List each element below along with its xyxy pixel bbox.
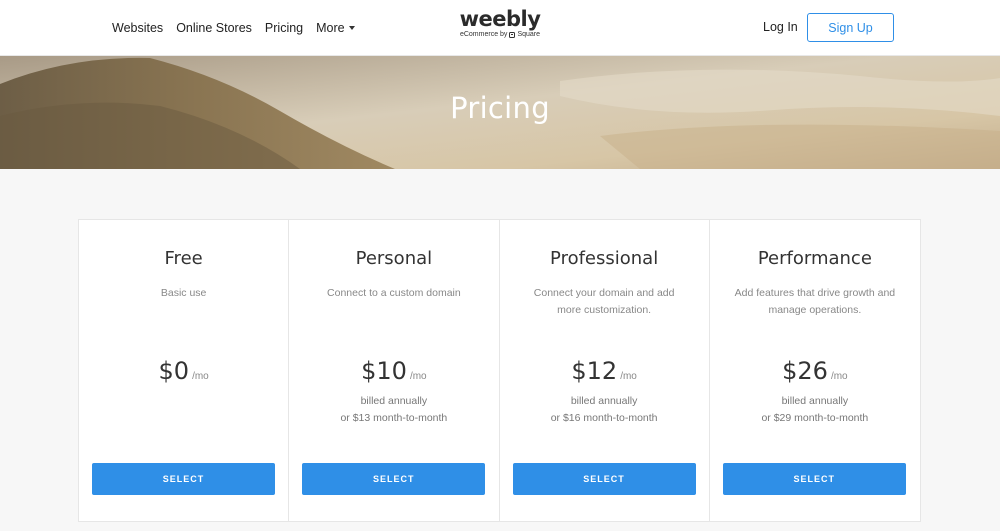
plan-name: Performance (757, 248, 872, 269)
logo-wordmark: weebly (459, 7, 541, 31)
plan-period: /mo (409, 371, 427, 382)
login-link[interactable]: Log In (763, 20, 798, 34)
plan-billing-info: billed annually or $16 month-to-month (500, 393, 709, 427)
plan-price: $12 (571, 357, 618, 385)
hero-banner: Pricing (0, 56, 1000, 169)
plan-price-row: $0 /mo (79, 357, 288, 385)
logo-tagline-brand: Square (517, 31, 541, 38)
plan-card-performance: Performance Add features that drive grow… (710, 220, 920, 521)
plan-card-professional: Professional Connect your domain and add… (500, 220, 710, 521)
plan-price: $10 (361, 357, 407, 385)
weebly-logo[interactable]: weebly eCommerce by Square (450, 7, 550, 38)
plan-name: Personal (355, 248, 433, 269)
plan-price-row: $26 /mo (710, 357, 920, 385)
signup-button[interactable]: Sign Up (807, 13, 894, 42)
chevron-down-icon (348, 25, 355, 30)
select-free-button[interactable]: SELECT (92, 463, 275, 495)
page-title: Pricing (450, 91, 550, 125)
billing-line-1: billed annually (360, 395, 428, 407)
plan-card-free: Free Basic use $0 /mo SELECT (79, 220, 290, 521)
main-nav: Websites Online Stores Pricing More (112, 0, 355, 55)
plan-period: /mo (192, 371, 209, 382)
pricing-plans: Free Basic use $0 /mo SELECT Personal Co… (78, 219, 921, 522)
plan-name: Professional (550, 248, 659, 269)
nav-websites-link[interactable]: Websites (112, 21, 163, 35)
square-logo-icon (509, 31, 516, 38)
plan-description: Basic use (160, 287, 207, 299)
logo-tagline-prefix: eCommerce by (459, 31, 508, 38)
nav-more-label: More (316, 20, 345, 35)
plan-billing-info: billed annually or $29 month-to-month (710, 393, 920, 427)
plan-price: $26 (782, 357, 828, 385)
plan-card-personal: Personal Connect to a custom domain $10 … (289, 220, 500, 521)
billing-line-2: or $29 month-to-month (761, 412, 869, 424)
plan-period: /mo (830, 371, 848, 382)
select-personal-button[interactable]: SELECT (302, 463, 486, 495)
plan-description: Add features that drive growth and manag… (734, 287, 896, 316)
billing-line-2: or $13 month-to-month (340, 412, 448, 424)
plan-name: Free (164, 248, 203, 269)
nav-more-dropdown[interactable]: More (316, 20, 355, 35)
nav-pricing-link[interactable]: Pricing (265, 21, 303, 35)
plan-period: /mo (620, 371, 637, 382)
select-performance-button[interactable]: SELECT (722, 463, 906, 495)
top-navigation-bar: Websites Online Stores Pricing More weeb… (0, 0, 1000, 56)
nav-online-stores-link[interactable]: Online Stores (176, 21, 252, 35)
billing-line-2: or $16 month-to-month (550, 412, 658, 424)
billing-line-1: billed annually (570, 395, 638, 407)
plan-price-row: $12 /mo (500, 357, 709, 385)
plan-description: Connect to a custom domain (327, 287, 461, 299)
logo-tagline: eCommerce by Square (450, 31, 550, 38)
plan-price: $0 (158, 357, 190, 385)
plan-billing-info: billed annually or $13 month-to-month (289, 393, 498, 427)
select-professional-button[interactable]: SELECT (512, 463, 696, 495)
billing-line-1: billed annually (781, 395, 849, 407)
plan-description: Connect your domain and add more customi… (533, 287, 675, 316)
plan-price-row: $10 /mo (289, 357, 498, 385)
